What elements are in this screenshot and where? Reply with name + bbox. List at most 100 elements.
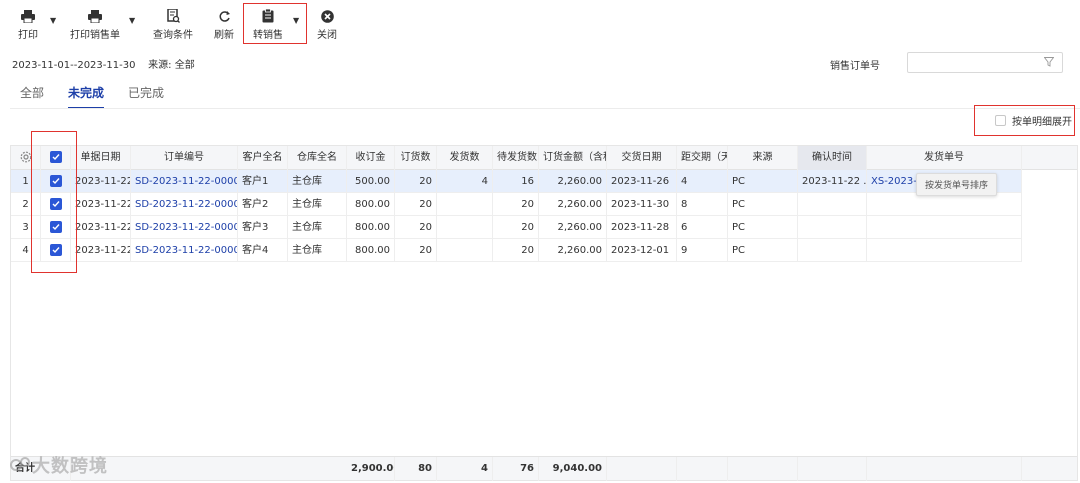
tab-all[interactable]: 全部 bbox=[20, 84, 44, 109]
refresh-icon bbox=[216, 8, 232, 24]
cell-pending: 16 bbox=[493, 170, 539, 193]
query-conditions-button[interactable]: 查询条件 bbox=[153, 8, 193, 41]
cell-ship-no[interactable] bbox=[867, 193, 1022, 216]
col-order-no[interactable]: 订单编号 bbox=[131, 146, 238, 170]
cell-delivery: 2023-11-26 bbox=[607, 170, 677, 193]
col-shipped[interactable]: 发货数 bbox=[437, 146, 493, 170]
cell-qty: 20 bbox=[395, 216, 437, 239]
cell-days: 4 bbox=[677, 170, 728, 193]
totals-shipped: 4 bbox=[437, 457, 493, 481]
cell-days: 9 bbox=[677, 239, 728, 262]
print-button[interactable]: 打印 bbox=[18, 8, 38, 41]
expand-detail-checkbox[interactable] bbox=[995, 115, 1006, 126]
cell-warehouse: 主仓库 bbox=[288, 216, 347, 239]
cell-deposit: 800.00 bbox=[347, 216, 395, 239]
print-sales-label: 打印销售单 bbox=[70, 30, 120, 41]
totals-qty: 80 bbox=[395, 457, 437, 481]
toolbar: 打印 ▼ 打印销售单 ▼ 查询条件 刷新 转销售 ▼ 关闭 bbox=[0, 0, 1080, 48]
cell-order[interactable]: SD-2023-11-22-00004 bbox=[131, 239, 238, 262]
cell-customer: 客户1 bbox=[238, 170, 288, 193]
table-row[interactable]: 4 2023-11-22 SD-2023-11-22-00004 客户4 主仓库 800.… bbox=[11, 239, 1022, 262]
cell-confirm bbox=[798, 239, 867, 262]
refresh-button[interactable]: 刷新 bbox=[214, 8, 234, 41]
grid-header: 单据日期 订单编号 客户全名 仓库全名 收订金 订货数 发货数 待发货数 订货金… bbox=[11, 146, 1077, 170]
table-row[interactable]: 1 2023-11-22 SD-2023-11-22-00001 客户1 主仓库 500.… bbox=[11, 170, 1022, 193]
tab-completed[interactable]: 已完成 bbox=[128, 84, 164, 109]
cell-shipped bbox=[437, 239, 493, 262]
cell-amount: 2,260.00 bbox=[539, 239, 607, 262]
cell-delivery: 2023-11-28 bbox=[607, 216, 677, 239]
checkbox-column-highlight bbox=[31, 131, 77, 273]
status-tabs: 全部 未完成 已完成 bbox=[20, 84, 188, 109]
cell-pending: 20 bbox=[493, 239, 539, 262]
cell-days: 8 bbox=[677, 193, 728, 216]
cell-order[interactable]: SD-2023-11-22-00002 bbox=[131, 193, 238, 216]
printer-icon bbox=[87, 8, 103, 24]
printer-icon bbox=[20, 8, 36, 24]
cell-shipped bbox=[437, 216, 493, 239]
totals-empty bbox=[798, 457, 867, 481]
totals-empty bbox=[867, 457, 1022, 481]
table-row[interactable]: 3 2023-11-22 SD-2023-11-22-00003 客户3 主仓库 800.… bbox=[11, 216, 1022, 239]
col-date[interactable]: 单据日期 bbox=[71, 146, 131, 170]
sort-tooltip: 按发货单号排序 bbox=[916, 173, 998, 196]
col-pending[interactable]: 待发货数 bbox=[493, 146, 539, 170]
close-button[interactable]: 关闭 bbox=[317, 8, 337, 41]
cell-shipped: 4 bbox=[437, 170, 493, 193]
cell-warehouse: 主仓库 bbox=[288, 239, 347, 262]
cell-source: PC bbox=[728, 216, 798, 239]
col-qty[interactable]: 订货数 bbox=[395, 146, 437, 170]
tab-incomplete[interactable]: 未完成 bbox=[68, 84, 105, 109]
totals-empty bbox=[677, 457, 728, 481]
query-conditions-label: 查询条件 bbox=[153, 30, 193, 41]
date-range: 2023-11-01--2023-11-30 bbox=[12, 60, 136, 71]
cell-source: PC bbox=[728, 193, 798, 216]
cell-customer: 客户3 bbox=[238, 216, 288, 239]
cell-customer: 客户2 bbox=[238, 193, 288, 216]
totals-empty bbox=[728, 457, 798, 481]
cell-delivery: 2023-11-30 bbox=[607, 193, 677, 216]
cell-customer: 客户4 bbox=[238, 239, 288, 262]
cell-amount: 2,260.00 bbox=[539, 193, 607, 216]
cell-order[interactable]: SD-2023-11-22-00001 bbox=[131, 170, 238, 193]
close-circle-icon bbox=[319, 8, 335, 24]
totals-row: 合计 2,900.00 80 4 76 9,040.00 bbox=[11, 456, 1077, 481]
cell-pending: 20 bbox=[493, 193, 539, 216]
filter-funnel-icon[interactable] bbox=[1043, 57, 1055, 70]
watermark-text: 大数跨境 bbox=[32, 456, 108, 477]
cell-order[interactable]: SD-2023-11-22-00003 bbox=[131, 216, 238, 239]
watermark-logo-icon bbox=[10, 457, 30, 471]
print-sales-button[interactable]: 打印销售单 bbox=[70, 8, 120, 41]
col-days[interactable]: 距交期（天 bbox=[677, 146, 728, 170]
expand-detail-toggle[interactable]: 按单明细展开 bbox=[974, 105, 1075, 136]
cell-pending: 20 bbox=[493, 216, 539, 239]
cell-qty: 20 bbox=[395, 239, 437, 262]
table-row[interactable]: 2 2023-11-22 SD-2023-11-22-00002 客户2 主仓库 800.… bbox=[11, 193, 1022, 216]
totals-amount: 9,040.00 bbox=[539, 457, 607, 481]
cell-date: 2023-11-22 bbox=[71, 216, 131, 239]
order-no-input[interactable] bbox=[907, 52, 1063, 73]
cell-ship-no[interactable] bbox=[867, 239, 1022, 262]
refresh-label: 刷新 bbox=[214, 30, 234, 41]
cell-shipped bbox=[437, 193, 493, 216]
col-ship-no[interactable]: 发货单号 bbox=[867, 146, 1022, 170]
to-sales-highlight bbox=[243, 3, 307, 44]
col-source[interactable]: 来源 bbox=[728, 146, 798, 170]
col-delivery-date[interactable]: 交货日期 bbox=[607, 146, 677, 170]
print-dropdown-caret-icon[interactable]: ▼ bbox=[50, 16, 56, 25]
col-deposit[interactable]: 收订金 bbox=[347, 146, 395, 170]
filter-summary: 2023-11-01--2023-11-30 来源: 全部 bbox=[12, 56, 195, 71]
col-customer[interactable]: 客户全名 bbox=[238, 146, 288, 170]
col-confirm-time[interactable]: 确认时间 bbox=[798, 146, 867, 170]
col-warehouse[interactable]: 仓库全名 bbox=[288, 146, 347, 170]
tab-divider bbox=[10, 108, 1080, 109]
cell-deposit: 800.00 bbox=[347, 239, 395, 262]
cell-date: 2023-11-22 bbox=[71, 170, 131, 193]
col-amount[interactable]: 订货金额（含税 bbox=[539, 146, 607, 170]
cell-source: PC bbox=[728, 170, 798, 193]
cell-ship-no[interactable] bbox=[867, 216, 1022, 239]
print-sales-dropdown-caret-icon[interactable]: ▼ bbox=[129, 16, 135, 25]
expand-detail-label: 按单明细展开 bbox=[1012, 117, 1072, 128]
cell-source: PC bbox=[728, 239, 798, 262]
cell-deposit: 500.00 bbox=[347, 170, 395, 193]
